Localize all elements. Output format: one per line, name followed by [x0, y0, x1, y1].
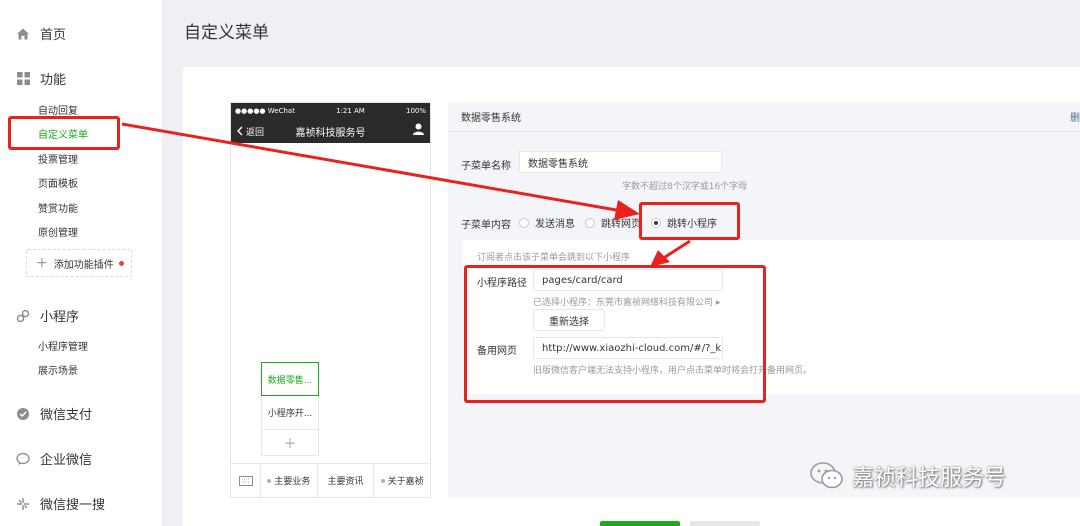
- sidebar: 首页 功能 自动回复 自定义菜单 投票管理 页面模板 赞赏功能 原创管理 + 添…: [0, 0, 162, 526]
- radio-jump-web[interactable]: 跳转网页: [585, 215, 641, 230]
- nav-miniprogram-manage[interactable]: 小程序管理: [38, 338, 88, 353]
- clock: 1:21 AM: [336, 107, 365, 115]
- nav-work-wechat-label: 企业微信: [40, 453, 93, 468]
- nav-work-wechat[interactable]: 企业微信: [14, 449, 92, 468]
- back-label: 返回: [246, 127, 265, 138]
- grid-icon: [14, 70, 32, 88]
- radio-circle: [519, 217, 529, 228]
- editor-title: 数据零售系统: [461, 113, 521, 124]
- keyboard-icon[interactable]: [231, 464, 261, 497]
- plus-icon: +: [36, 255, 48, 271]
- menu-dot: [380, 478, 385, 483]
- nav-page-template[interactable]: 页面模板: [38, 175, 78, 190]
- watermark-text: 嘉祯科技服务号: [852, 466, 1007, 491]
- menu-item-about[interactable]: 关于嘉祯: [374, 464, 430, 497]
- nav-miniprogram-label: 小程序: [40, 310, 80, 325]
- nav-vote[interactable]: 投票管理: [38, 151, 78, 166]
- nav-wechat-pay-label: 微信支付: [40, 408, 93, 423]
- content-label: 子菜单内容: [461, 220, 511, 231]
- nav-miniprogram[interactable]: 小程序: [14, 306, 79, 325]
- name-input[interactable]: 数据零售系统: [519, 151, 722, 173]
- annotation-box-option: [639, 202, 740, 240]
- nav-auto-reply[interactable]: 自动回复: [38, 102, 78, 117]
- phone-header: ●●●●● WeChat 1:21 AM 100% 返回 嘉祯科技服务号: [231, 103, 430, 143]
- name-label: 子菜单名称: [461, 161, 511, 172]
- wechat-logo-icon: [810, 462, 843, 489]
- menu-label: 关于嘉祯: [387, 477, 424, 487]
- nav-home[interactable]: 首页: [14, 24, 66, 43]
- add-plugin-button[interactable]: + 添加功能插件: [26, 249, 132, 277]
- spark-icon: [14, 495, 32, 513]
- status-bar: ●●●●● WeChat 1:21 AM 100%: [235, 105, 426, 117]
- nav-wechat-pay[interactable]: 微信支付: [14, 404, 92, 423]
- page-title: 自定义菜单: [184, 23, 269, 43]
- save-button[interactable]: [600, 521, 680, 526]
- phone-navbar: 返回 嘉祯科技服务号: [231, 120, 430, 142]
- radio-label: 发送消息: [535, 219, 575, 230]
- user-icon[interactable]: [413, 123, 424, 138]
- preview-button[interactable]: [690, 521, 760, 526]
- phone-preview: ●●●●● WeChat 1:21 AM 100% 返回 嘉祯科技服务号 数据零…: [230, 102, 431, 498]
- annotation-box-menu: [8, 116, 120, 150]
- menu-label: 主要资讯: [327, 477, 364, 487]
- radio-label: 跳转网页: [601, 219, 641, 230]
- menu-item-news[interactable]: 主要资讯: [318, 464, 375, 497]
- nav-display-scene[interactable]: 展示场景: [38, 362, 78, 377]
- menu-bar: 主要业务 主要资讯 关于嘉祯: [231, 463, 430, 497]
- add-sub-menu-button[interactable]: +: [261, 430, 319, 456]
- delete-link[interactable]: 删: [1070, 109, 1080, 124]
- sub-menu-item-active[interactable]: 数据零售...: [261, 362, 319, 396]
- annotation-box-config: [464, 265, 766, 403]
- link-icon: [14, 307, 32, 325]
- notification-dot: [118, 260, 124, 266]
- battery: 100%: [405, 107, 426, 115]
- nav-features-label: 功能: [40, 73, 67, 88]
- nav-wechat-search[interactable]: 微信搜一搜: [14, 494, 105, 513]
- sub-menu-item[interactable]: 小程序开...: [261, 396, 319, 430]
- menu-item-main-business[interactable]: 主要业务: [261, 464, 318, 497]
- sub-hint: 订阅者点击该子菜单会跳到以下小程序: [477, 253, 631, 263]
- home-icon: [14, 25, 32, 43]
- radio-circle: [585, 217, 595, 228]
- menu-dot: [267, 478, 272, 483]
- chat-icon: [14, 450, 32, 468]
- add-plugin-label: 添加功能插件: [53, 259, 114, 271]
- nav-home-label: 首页: [40, 28, 67, 43]
- pay-icon: [14, 405, 32, 423]
- watermark: 嘉祯科技服务号: [810, 460, 1006, 492]
- editor-header: 数据零售系统 删: [448, 102, 1080, 132]
- nav-reward[interactable]: 赞赏功能: [38, 200, 78, 215]
- menu-label: 主要业务: [274, 477, 311, 487]
- chevron-left-icon: [237, 126, 243, 136]
- carrier: ●●●●● WeChat: [235, 107, 295, 115]
- nav-features[interactable]: 功能: [14, 69, 66, 88]
- radio-send-message[interactable]: 发送消息: [519, 215, 575, 230]
- back-button[interactable]: 返回: [237, 125, 264, 138]
- nav-original[interactable]: 原创管理: [38, 224, 78, 239]
- nav-wechat-search-label: 微信搜一搜: [40, 498, 106, 513]
- name-hint: 字数不超过8个汉字或16个字母: [622, 182, 748, 192]
